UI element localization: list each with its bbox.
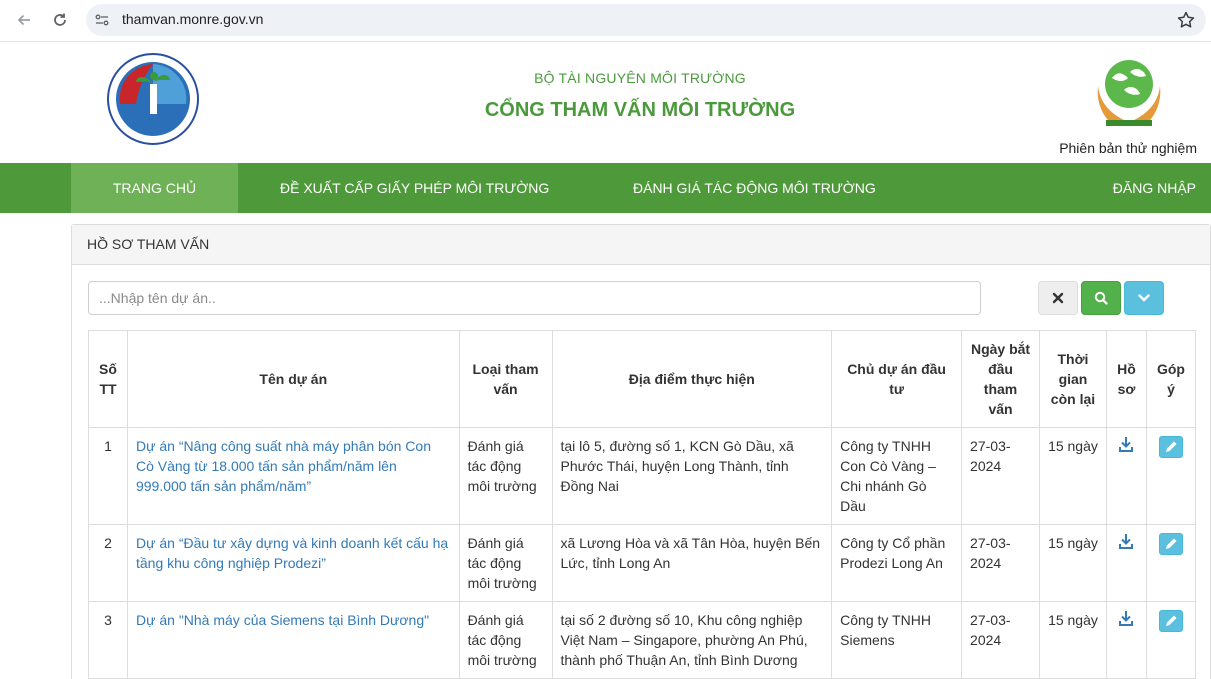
col-header-file: Hồ sơ (1105, 330, 1147, 428)
clear-button[interactable] (1038, 281, 1078, 315)
project-link[interactable]: Dự án "Nhà máy của Siemens tại Bình Dươn… (136, 612, 429, 628)
consultation-table: Số TT Tên dự án Loại tham vấn Địa điểm t… (88, 330, 1197, 679)
table-row: 1 Dự án “Nâng công suất nhà máy phân bón… (88, 427, 1197, 525)
col-header-remaining: Thời gian còn lại (1039, 330, 1107, 428)
row-owner: Công ty TNHH Con Cò Vàng – Chi nhánh Gò … (831, 427, 963, 525)
row-comment-cell (1145, 427, 1197, 525)
row-start-date: 27-03-2024 (961, 524, 1040, 602)
download-icon[interactable] (1119, 436, 1134, 452)
url-text[interactable]: thamvan.monre.gov.vn (122, 11, 263, 27)
arrow-left-icon (17, 14, 30, 26)
row-stt: 3 (88, 601, 128, 679)
address-bar[interactable]: thamvan.monre.gov.vn (86, 4, 1206, 36)
site-info-icon[interactable] (94, 12, 110, 28)
comment-button[interactable] (1158, 533, 1183, 555)
search-icon (1094, 291, 1108, 305)
comment-button[interactable] (1158, 610, 1183, 632)
col-header-type: Loại tham vấn (458, 330, 553, 428)
browser-toolbar: thamvan.monre.gov.vn (0, 0, 1211, 42)
row-start-date: 27-03-2024 (961, 601, 1040, 679)
site-header: BỘ TÀI NGUYÊN MÔI TRƯỜNG CỔNG THAM VẤN M… (0, 42, 1211, 163)
nav-environmental-assessment[interactable]: ĐÁNH GIÁ TÁC ĐỘNG MÔI TRƯỜNG (633, 163, 876, 213)
table-header-row: Số TT Tên dự án Loại tham vấn Địa điểm t… (88, 330, 1197, 428)
row-comment-cell (1145, 524, 1197, 602)
row-location: tại số 2 đường số 10, Khu công nghiệp Vi… (551, 601, 833, 679)
col-header-stt: Số TT (88, 330, 128, 428)
chevron-down-icon (1138, 294, 1150, 302)
ministry-name: BỘ TÀI NGUYÊN MÔI TRƯỜNG (534, 70, 746, 86)
nav-login[interactable]: ĐĂNG NHẬP (1113, 163, 1196, 213)
row-type: Đánh giá tác động môi trường (458, 524, 553, 602)
back-button[interactable] (12, 8, 36, 32)
earth-hands-logo (1097, 60, 1161, 126)
expand-filter-button[interactable] (1124, 281, 1164, 315)
col-header-location: Địa điểm thực hiện (551, 330, 833, 428)
nav-home[interactable]: TRANG CHỦ (71, 163, 238, 213)
row-owner: Công ty TNHH Siemens (831, 601, 963, 679)
row-project-name: Dự án “Đầu tư xây dựng và kinh doanh kết… (126, 524, 460, 602)
row-file-cell (1105, 601, 1147, 679)
row-stt: 2 (88, 524, 128, 602)
comment-button[interactable] (1158, 436, 1183, 458)
project-link[interactable]: Dự án “Nâng công suất nhà máy phân bón C… (136, 438, 431, 494)
col-header-name: Tên dự án (126, 330, 460, 428)
row-type: Đánh giá tác động môi trường (458, 601, 553, 679)
row-remaining: 15 ngày (1039, 524, 1107, 602)
row-owner: Công ty Cổ phần Prodezi Long An (831, 524, 963, 602)
nav-propose-permit[interactable]: ĐỀ XUẤT CẤP GIẤY PHÉP MÔI TRƯỜNG (280, 163, 549, 213)
row-stt: 1 (88, 427, 128, 525)
col-header-start-date: Ngày bắt đầu tham vấn (961, 330, 1040, 428)
col-header-owner: Chủ dự án đầu tư (831, 330, 963, 428)
star-icon[interactable] (1176, 10, 1196, 30)
table-row: 2 Dự án “Đầu tư xây dựng và kinh doanh k… (88, 524, 1197, 602)
main-nav: TRANG CHỦ ĐỀ XUẤT CẤP GIẤY PHÉP MÔI TRƯỜ… (0, 163, 1211, 213)
row-file-cell (1105, 524, 1147, 602)
pencil-icon (1165, 441, 1177, 452)
reload-icon (54, 13, 66, 26)
row-project-name: Dự án “Nâng công suất nhà máy phân bón C… (126, 427, 460, 525)
panel-heading: HỒ SƠ THAM VẤN (72, 225, 1210, 265)
row-location: xã Lương Hòa và xã Tân Hòa, huyện Bến Lứ… (551, 524, 833, 602)
pencil-icon (1165, 538, 1177, 549)
pencil-icon (1165, 615, 1177, 626)
row-project-name: Dự án "Nhà máy của Siemens tại Bình Dươn… (126, 601, 460, 679)
download-icon[interactable] (1119, 610, 1134, 626)
reload-button[interactable] (48, 8, 72, 32)
portal-title: CỔNG THAM VẤN MÔI TRƯỜNG (484, 99, 796, 121)
project-link[interactable]: Dự án “Đầu tư xây dựng và kinh doanh kết… (136, 535, 448, 571)
close-icon (1052, 292, 1064, 304)
row-remaining: 15 ngày (1039, 427, 1107, 525)
trial-version-label: Phiên bản thử nghiệm (1059, 140, 1197, 156)
consultation-panel: HỒ SƠ THAM VẤN Số TT Tên dự án Loại tham… (71, 224, 1211, 679)
row-location: tại lô 5, đường số 1, KCN Gò Dầu, xã Phư… (551, 427, 833, 525)
download-icon[interactable] (1119, 533, 1134, 549)
row-comment-cell (1145, 601, 1197, 679)
row-remaining: 15 ngày (1039, 601, 1107, 679)
table-row: 3 Dự án "Nhà máy của Siemens tại Bình Dư… (88, 601, 1197, 679)
project-search-input[interactable] (88, 281, 981, 315)
search-button[interactable] (1081, 281, 1121, 315)
row-start-date: 27-03-2024 (961, 427, 1040, 525)
col-header-comment: Góp ý (1145, 330, 1197, 428)
row-file-cell (1105, 427, 1147, 525)
row-type: Đánh giá tác động môi trường (458, 427, 553, 525)
